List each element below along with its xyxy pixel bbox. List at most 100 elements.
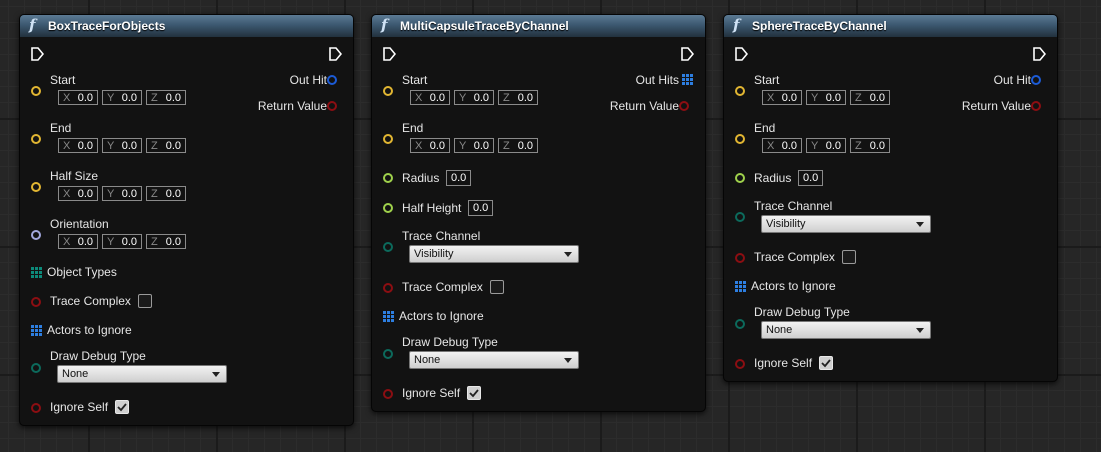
trace-complex-pin[interactable] <box>383 283 393 293</box>
object-types-array-pin-icon[interactable] <box>31 267 42 278</box>
end-pin[interactable] <box>383 134 393 144</box>
ignore-self-checkbox[interactable] <box>467 386 481 400</box>
draw-debug-type-dropdown[interactable]: None <box>409 351 579 369</box>
end-x-field[interactable]: X 0.0 <box>58 138 98 153</box>
start-y-field[interactable]: Y 0.0 <box>454 90 494 105</box>
return-value-pin[interactable] <box>1031 101 1041 111</box>
draw-debug-type-dropdown[interactable]: None <box>761 321 931 339</box>
node-sphere-trace-by-channel[interactable]: f SphereTraceByChannel Out Hit Return Va… <box>723 14 1058 382</box>
ignore-self-pin[interactable] <box>383 389 393 399</box>
half-size-label: Half Size <box>50 169 99 183</box>
trace-complex-pin[interactable] <box>735 253 745 263</box>
draw-debug-type-pin[interactable] <box>383 349 393 359</box>
trace-complex-checkbox[interactable] <box>842 250 856 264</box>
exec-in-pin-icon[interactable] <box>734 47 748 61</box>
ignore-self-label: Ignore Self <box>402 386 461 400</box>
draw-debug-type-dropdown[interactable]: None <box>57 365 227 383</box>
half-size-z-field[interactable]: Z 0.0 <box>146 186 186 201</box>
end-x-field[interactable]: X 0.0 <box>762 138 802 153</box>
trace-complex-label: Trace Complex <box>50 294 131 308</box>
chevron-down-icon <box>564 358 572 363</box>
node-header[interactable]: f MultiCapsuleTraceByChannel <box>372 15 705 37</box>
actors-to-ignore-label: Actors to Ignore <box>47 323 132 337</box>
start-pin[interactable] <box>31 86 41 96</box>
trace-channel-pin[interactable] <box>735 212 745 222</box>
start-pin[interactable] <box>735 86 745 96</box>
end-z-field[interactable]: Z 0.0 <box>498 138 538 153</box>
node-header[interactable]: f SphereTraceByChannel <box>724 15 1057 37</box>
radius-input[interactable]: 0.0 <box>798 170 824 186</box>
ignore-self-pin[interactable] <box>31 403 41 413</box>
trace-complex-checkbox[interactable] <box>490 280 504 294</box>
end-y-field[interactable]: Y 0.0 <box>806 138 846 153</box>
end-z-field[interactable]: Z 0.0 <box>146 138 186 153</box>
draw-debug-type-pin[interactable] <box>31 363 41 373</box>
end-z-field[interactable]: Z 0.0 <box>850 138 890 153</box>
exec-in-pin-icon[interactable] <box>382 47 396 61</box>
start-y-field[interactable]: Y 0.0 <box>806 90 846 105</box>
exec-in-pin-icon[interactable] <box>30 47 44 61</box>
radius-input[interactable]: 0.0 <box>446 170 472 186</box>
return-value-pin[interactable] <box>327 101 337 111</box>
half-size-y-field[interactable]: Y 0.0 <box>102 186 142 201</box>
orientation-y-field[interactable]: Y 0.0 <box>102 234 142 249</box>
start-z-field[interactable]: Z 0.0 <box>146 90 186 105</box>
out-hit-pin[interactable] <box>1031 75 1041 85</box>
node-multi-capsule-trace-by-channel[interactable]: f MultiCapsuleTraceByChannel Out Hits Re… <box>371 14 706 412</box>
node-header[interactable]: f BoxTraceForObjects <box>20 15 353 37</box>
ignore-self-checkbox[interactable] <box>115 400 129 414</box>
trace-complex-pin[interactable] <box>31 297 41 307</box>
start-y-field[interactable]: Y 0.0 <box>102 90 142 105</box>
trace-channel-pin[interactable] <box>383 242 393 252</box>
start-vector-input: X 0.0 Y 0.0 Z 0.0 <box>410 90 542 106</box>
node-box-trace-for-objects[interactable]: f BoxTraceForObjects Out Hit Return Valu… <box>19 14 354 426</box>
exec-out-pin-icon[interactable] <box>1032 47 1046 61</box>
end-vector-input: X 0.0 Y 0.0 Z 0.0 <box>58 138 190 154</box>
check-icon <box>469 389 479 398</box>
end-y-field[interactable]: Y 0.0 <box>102 138 142 153</box>
half-size-pin[interactable] <box>31 182 41 192</box>
trace-channel-dropdown[interactable]: Visibility <box>761 215 931 233</box>
start-x-field[interactable]: X 0.0 <box>762 90 802 105</box>
end-pin[interactable] <box>735 134 745 144</box>
return-value-pin[interactable] <box>679 101 689 111</box>
orientation-z-field[interactable]: Z 0.0 <box>146 234 186 249</box>
draw-debug-type-label: Draw Debug Type <box>754 305 850 319</box>
exec-out-pin-icon[interactable] <box>328 47 342 61</box>
half-height-pin[interactable] <box>383 203 393 213</box>
out-hits-array-pin-icon[interactable] <box>682 74 693 85</box>
start-x-field[interactable]: X 0.0 <box>58 90 98 105</box>
start-x-field[interactable]: X 0.0 <box>410 90 450 105</box>
half-size-vector-input: X 0.0 Y 0.0 Z 0.0 <box>58 186 190 202</box>
ignore-self-checkbox[interactable] <box>819 356 833 370</box>
out-hit-label: Out Hit <box>289 73 327 87</box>
actors-to-ignore-array-pin-icon[interactable] <box>383 311 394 322</box>
ignore-self-pin[interactable] <box>735 359 745 369</box>
orientation-pin[interactable] <box>31 230 41 240</box>
draw-debug-type-pin[interactable] <box>735 319 745 329</box>
end-pin[interactable] <box>31 134 41 144</box>
start-z-field[interactable]: Z 0.0 <box>498 90 538 105</box>
actors-to-ignore-array-pin-icon[interactable] <box>31 325 42 336</box>
out-hit-pin[interactable] <box>327 75 337 85</box>
half-height-input[interactable]: 0.0 <box>468 200 494 216</box>
draw-debug-type-value: None <box>414 354 441 366</box>
radius-pin[interactable] <box>735 173 745 183</box>
exec-out-pin-icon[interactable] <box>680 47 694 61</box>
node-title: SphereTraceByChannel <box>752 19 887 33</box>
radius-pin[interactable] <box>383 173 393 183</box>
orientation-x-field[interactable]: X 0.0 <box>58 234 98 249</box>
start-z-field[interactable]: Z 0.0 <box>850 90 890 105</box>
ignore-self-label: Ignore Self <box>50 400 109 414</box>
half-size-x-field[interactable]: X 0.0 <box>58 186 98 201</box>
trace-channel-dropdown[interactable]: Visibility <box>409 245 579 263</box>
actors-to-ignore-array-pin-icon[interactable] <box>735 281 746 292</box>
end-x-field[interactable]: X 0.0 <box>410 138 450 153</box>
start-pin[interactable] <box>383 86 393 96</box>
draw-debug-type-label: Draw Debug Type <box>50 349 146 363</box>
half-height-label: Half Height <box>402 201 462 215</box>
chevron-down-icon <box>916 328 924 333</box>
end-y-field[interactable]: Y 0.0 <box>454 138 494 153</box>
trace-complex-checkbox[interactable] <box>138 294 152 308</box>
end-label: End <box>50 121 72 135</box>
